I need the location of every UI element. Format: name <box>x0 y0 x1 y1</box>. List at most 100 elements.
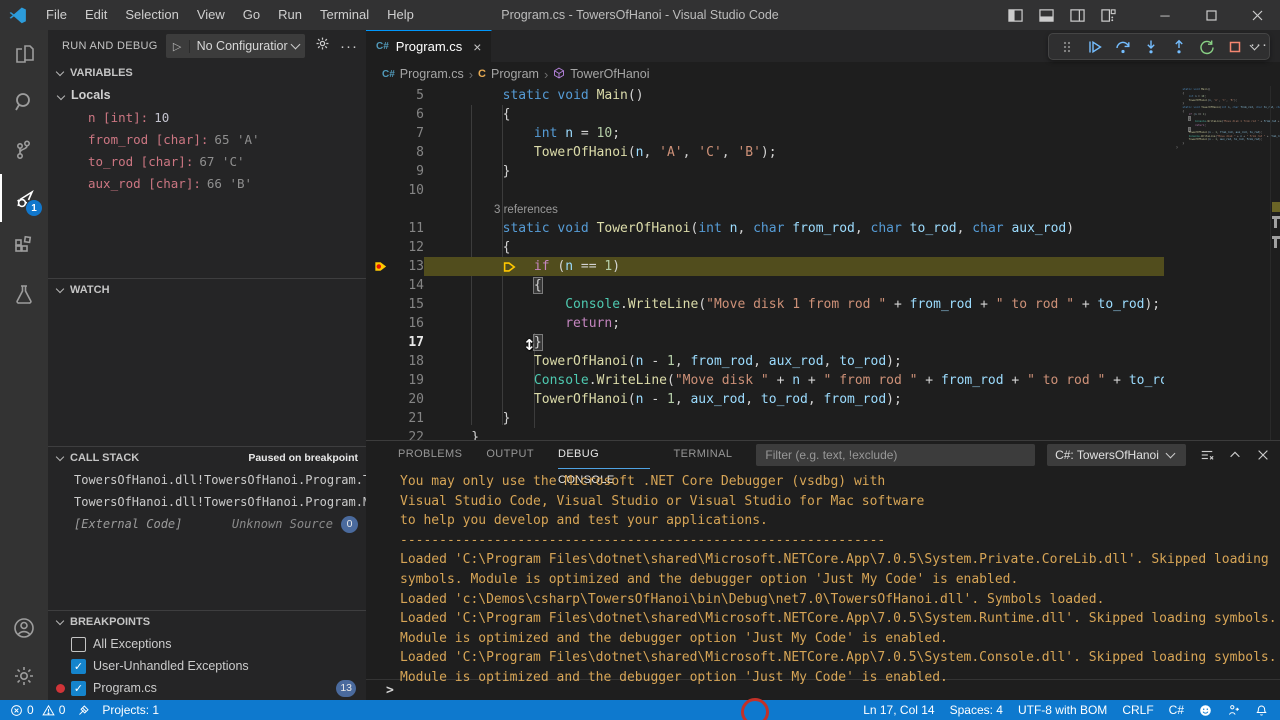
code-line[interactable]: 20 TowerOfHanoi(n - 1, aux_rod, to_rod, … <box>366 390 1164 409</box>
variables-header[interactable]: VARIABLES <box>48 62 366 84</box>
code-line[interactable]: 11 static void TowerOfHanoi(int n, char … <box>366 219 1164 238</box>
overview-ruler[interactable] <box>1270 86 1280 440</box>
explorer-icon[interactable] <box>0 30 48 78</box>
breakpoint-gutter[interactable] <box>366 200 390 219</box>
breakpoint-row[interactable]: ✓User-Unhandled Exceptions <box>48 655 366 677</box>
menu-view[interactable]: View <box>188 0 234 30</box>
step-into-button[interactable] <box>1139 35 1163 59</box>
tab-output[interactable]: OUTPUT <box>486 441 534 469</box>
indentation-status[interactable]: Spaces: 4 <box>950 703 1003 717</box>
toggle-secondary-sidebar-icon[interactable] <box>1070 8 1085 23</box>
code-line[interactable]: 10 <box>366 181 1164 200</box>
code-line[interactable]: 8 TowerOfHanoi(n, 'A', 'C', 'B'); <box>366 143 1164 162</box>
menu-edit[interactable]: Edit <box>76 0 116 30</box>
settings-gear-icon[interactable] <box>0 652 48 700</box>
search-icon[interactable] <box>0 78 48 126</box>
tab-debug-console[interactable]: DEBUG CONSOLE <box>558 441 650 469</box>
launch-config-dropdown[interactable]: ▷ No Configuratior <box>166 34 305 58</box>
breakpoint-gutter[interactable] <box>366 352 390 371</box>
close-tab-icon[interactable]: × <box>473 40 481 54</box>
code-line[interactable]: 12 { <box>366 238 1164 257</box>
toggle-panel-icon[interactable] <box>1039 8 1054 23</box>
code-line[interactable]: 13 if (n == 1) <box>366 257 1164 276</box>
breakpoints-header[interactable]: BREAKPOINTS <box>48 611 366 633</box>
breakpoint-paused-icon[interactable] <box>373 259 388 274</box>
code-line[interactable]: 16 return; <box>366 314 1164 333</box>
run-and-debug-icon[interactable]: 1 <box>0 174 48 222</box>
breakpoint-checkbox[interactable]: ✓ <box>71 681 86 696</box>
breakpoint-gutter[interactable] <box>366 105 390 124</box>
breakpoint-gutter[interactable] <box>366 333 390 352</box>
breakpoint-gutter[interactable] <box>366 409 390 428</box>
breakpoint-row[interactable]: All Exceptions <box>48 633 366 655</box>
code-line[interactable]: 18 TowerOfHanoi(n - 1, from_rod, aux_rod… <box>366 352 1164 371</box>
project-status-icon[interactable] <box>77 704 90 717</box>
step-over-button[interactable] <box>1111 35 1135 59</box>
maximize-button[interactable] <box>1188 0 1234 30</box>
console-filter-input[interactable] <box>756 444 1035 466</box>
debug-settings-gear-icon[interactable] <box>315 36 330 56</box>
code-line[interactable]: 17 } <box>366 333 1164 352</box>
projects-count[interactable]: Projects: 1 <box>102 703 159 717</box>
menu-terminal[interactable]: Terminal <box>311 0 378 30</box>
notifications-bell-icon[interactable] <box>1255 704 1268 717</box>
breakpoint-checkbox[interactable]: ✓ <box>71 659 86 674</box>
menu-file[interactable]: File <box>37 0 76 30</box>
source-control-icon[interactable] <box>0 126 48 174</box>
scope-locals[interactable]: Locals <box>48 84 366 106</box>
breakpoint-gutter[interactable] <box>366 295 390 314</box>
code-line[interactable]: 19 Console.WriteLine("Move disk " + n + … <box>366 371 1164 390</box>
watch-header[interactable]: WATCH <box>48 279 366 301</box>
code-line[interactable]: 5 static void Main() <box>366 86 1164 105</box>
menu-go[interactable]: Go <box>234 0 269 30</box>
testing-icon[interactable] <box>0 270 48 318</box>
close-window-button[interactable] <box>1234 0 1280 30</box>
editor-more-actions-icon[interactable]: ··· <box>1250 36 1268 53</box>
call-stack-frame[interactable]: TowersOfHanoi.dll!TowersOfHanoi.Program.… <box>48 491 366 513</box>
breakpoint-gutter[interactable] <box>366 238 390 257</box>
step-out-button[interactable] <box>1167 35 1191 59</box>
breakpoint-gutter[interactable] <box>366 124 390 143</box>
minimize-button[interactable]: ─ <box>1142 0 1188 30</box>
code-line[interactable]: 9 } <box>366 162 1164 181</box>
breakpoint-gutter[interactable] <box>366 428 390 440</box>
tab-terminal[interactable]: TERMINAL <box>674 441 733 469</box>
call-stack-header[interactable]: CALL STACK Paused on breakpoint <box>48 447 366 469</box>
debug-session-dropdown[interactable]: C#: TowersOfHanoi <box>1047 444 1186 466</box>
code-line[interactable]: 22 } <box>366 428 1164 440</box>
continue-button[interactable] <box>1083 35 1107 59</box>
console-input-row[interactable]: > <box>366 679 1280 700</box>
views-more-actions-icon[interactable]: ··· <box>340 38 358 55</box>
encoding-status[interactable]: UTF-8 with BOM <box>1018 703 1107 717</box>
code-line[interactable]: 7 int n = 10; <box>366 124 1164 143</box>
close-panel-icon[interactable] <box>1256 448 1270 462</box>
start-debug-icon[interactable]: ▷ <box>166 40 190 53</box>
tab-problems[interactable]: PROBLEMS <box>398 441 462 469</box>
breakpoint-gutter[interactable] <box>366 181 390 200</box>
extensions-icon[interactable] <box>0 222 48 270</box>
breakpoint-gutter[interactable] <box>366 162 390 181</box>
cursor-position[interactable]: Ln 17, Col 14 <box>863 703 934 717</box>
menu-selection[interactable]: Selection <box>116 0 187 30</box>
variable-row[interactable]: to_rod [char]:67 'C' <box>48 150 366 172</box>
stop-button[interactable] <box>1223 35 1247 59</box>
maximize-panel-icon[interactable] <box>1228 448 1242 462</box>
restart-button[interactable] <box>1195 35 1219 59</box>
breakpoint-gutter[interactable] <box>366 276 390 295</box>
breakpoint-gutter[interactable] <box>366 371 390 390</box>
breakpoint-gutter[interactable] <box>366 86 390 105</box>
breadcrumb-class[interactable]: C Program <box>478 67 539 81</box>
code-line[interactable]: 14 { <box>366 276 1164 295</box>
toolbar-grip-icon[interactable] <box>1055 35 1079 59</box>
breakpoint-gutter[interactable] <box>366 219 390 238</box>
codelens-references[interactable]: 3 references <box>440 204 558 216</box>
accessibility-person-icon[interactable] <box>1227 704 1240 717</box>
breakpoint-gutter[interactable] <box>366 257 390 276</box>
breadcrumb-method[interactable]: TowerOfHanoi <box>553 67 649 82</box>
eol-status[interactable]: CRLF <box>1122 703 1153 717</box>
call-stack-frame[interactable]: TowersOfHanoi.dll!TowersOfHanoi.Program.… <box>48 469 366 491</box>
clear-console-icon[interactable] <box>1200 448 1214 462</box>
problems-status[interactable]: 0 0 <box>10 703 65 717</box>
variable-row[interactable]: from_rod [char]:65 'A' <box>48 128 366 150</box>
breakpoint-gutter[interactable] <box>366 390 390 409</box>
